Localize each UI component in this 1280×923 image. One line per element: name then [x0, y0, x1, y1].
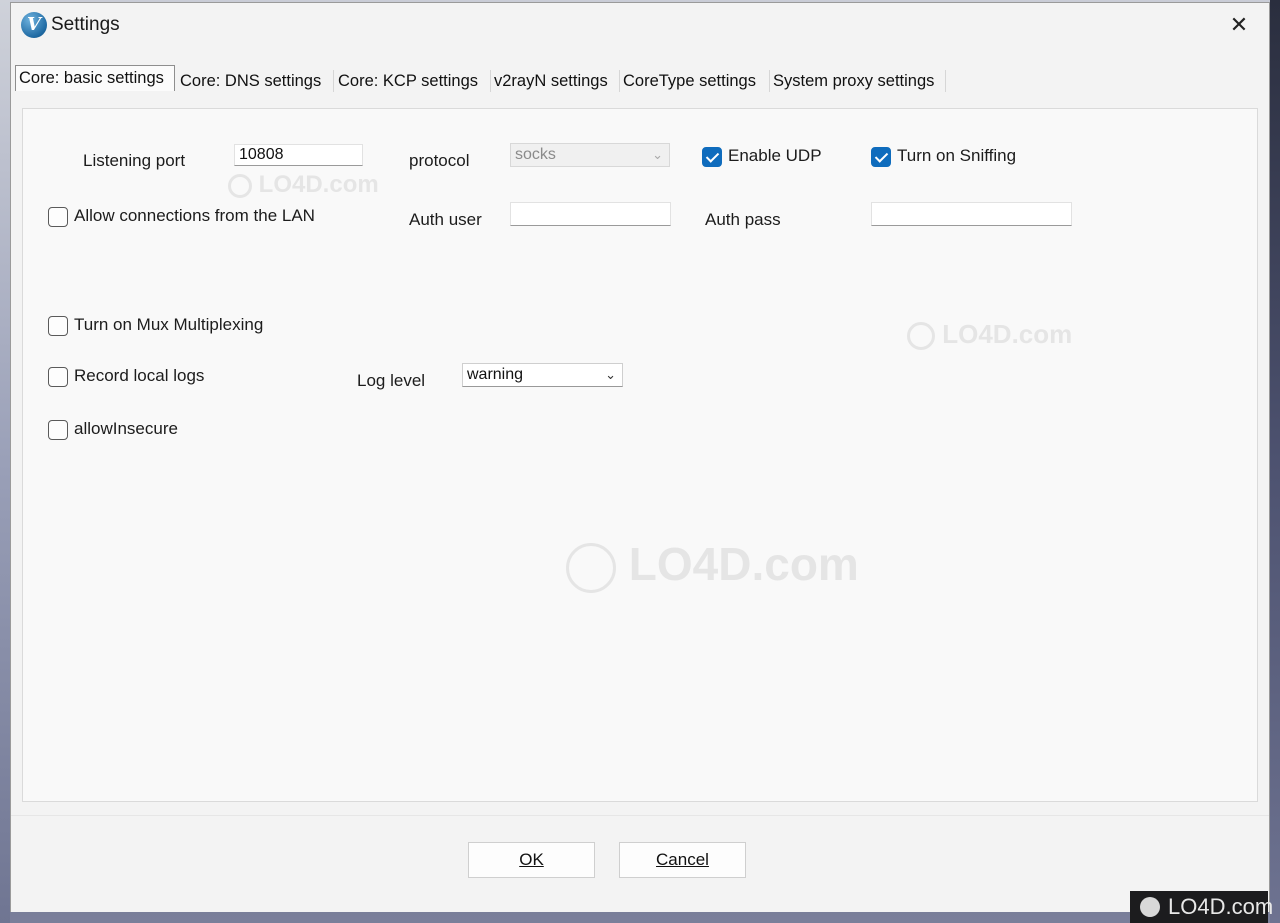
auth-user-label: Auth user	[409, 210, 482, 229]
protocol-selected-value: socks	[515, 146, 556, 163]
lo4d-logo-icon	[1140, 897, 1160, 917]
checkbox-checked-icon	[702, 147, 722, 167]
auth-pass-input[interactable]	[871, 202, 1072, 226]
chevron-down-icon: ⌄	[605, 367, 616, 382]
watermark-medium: LO4D.com	[907, 319, 1072, 351]
listening-port-input[interactable]	[234, 144, 363, 166]
checkbox-unchecked-icon	[48, 367, 68, 387]
chevron-down-icon: ⌄	[652, 147, 663, 162]
sniffing-label: Turn on Sniffing	[897, 146, 1017, 165]
tab-coretype-settings[interactable]: CoreType settings	[620, 70, 770, 92]
tab-core-kcp-settings[interactable]: Core: KCP settings	[335, 70, 491, 92]
auth-pass-label: Auth pass	[705, 210, 781, 229]
dialog-footer: OK Cancel	[11, 815, 1269, 912]
ok-button[interactable]: OK	[468, 842, 595, 878]
cancel-button[interactable]: Cancel	[619, 842, 746, 878]
title-bar: V Settings ✕	[11, 3, 1269, 47]
protocol-select[interactable]: socks ⌄	[510, 143, 670, 167]
settings-tabs: Core: basic settings Core: DNS settings …	[15, 65, 1255, 93]
v2rayn-app-icon: V	[21, 12, 47, 38]
checkbox-unchecked-icon	[48, 207, 68, 227]
log-level-select[interactable]: warning ⌄	[462, 363, 623, 387]
watermark-small: LO4D.com	[228, 171, 379, 199]
desktop-background-left	[0, 0, 10, 923]
mux-label: Turn on Mux Multiplexing	[74, 315, 264, 334]
enable-udp-label: Enable UDP	[728, 146, 822, 165]
listening-port-label: Listening port	[83, 151, 186, 170]
watermark-logo-icon	[907, 322, 935, 351]
tab-v2rayn-settings[interactable]: v2rayN settings	[491, 70, 620, 92]
close-icon[interactable]: ✕	[1221, 11, 1257, 41]
tab-core-dns-settings[interactable]: Core: DNS settings	[177, 70, 334, 92]
watermark-logo-icon	[228, 173, 252, 198]
protocol-label: protocol	[409, 151, 470, 170]
record-logs-label: Record local logs	[74, 366, 205, 385]
desktop-background-right	[1270, 0, 1280, 923]
log-level-label: Log level	[357, 371, 426, 390]
lo4d-badge: LO4D.com	[1130, 891, 1273, 923]
tab-system-proxy-settings[interactable]: System proxy settings	[770, 70, 946, 92]
log-level-selected-value: warning	[467, 366, 524, 383]
allow-insecure-label: allowInsecure	[74, 419, 178, 438]
basic-settings-panel: Listening port protocol socks ⌄ Enable U…	[22, 108, 1258, 802]
watermark-logo-icon	[566, 542, 616, 593]
checkbox-checked-icon	[871, 147, 891, 167]
settings-dialog: V Settings ✕ Core: basic settings Core: …	[10, 2, 1270, 912]
auth-user-input[interactable]	[510, 202, 671, 226]
watermark-large: LO4D.com	[566, 537, 859, 593]
window-title: Settings	[51, 14, 120, 35]
tab-core-basic-settings[interactable]: Core: basic settings	[15, 65, 175, 91]
checkbox-unchecked-icon	[48, 420, 68, 440]
checkbox-unchecked-icon	[48, 316, 68, 336]
allow-lan-label: Allow connections from the LAN	[74, 206, 315, 225]
